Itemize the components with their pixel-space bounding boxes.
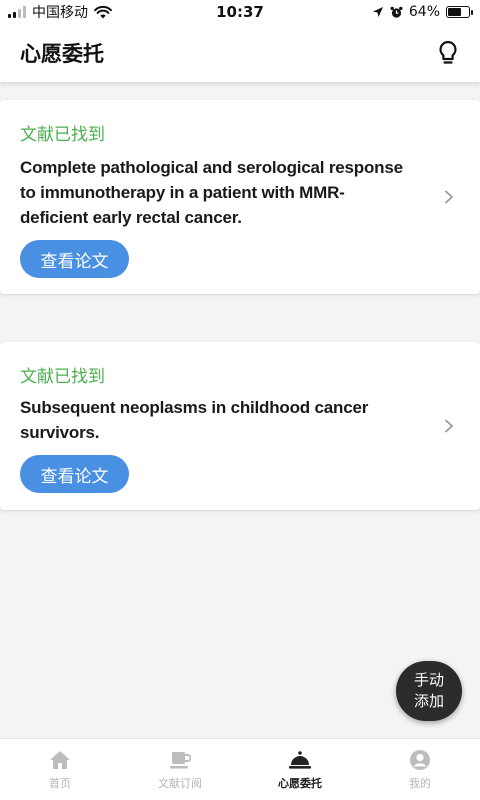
view-paper-button[interactable]: 查看论文 — [20, 455, 129, 493]
cup-icon — [168, 749, 192, 771]
nav-label: 我的 — [409, 776, 431, 790]
alarm-clock-icon — [390, 6, 403, 18]
manual-add-button[interactable]: 手动 添加 — [396, 661, 462, 721]
clock: 10:37 — [216, 3, 264, 21]
app-header: 心愿委托 — [0, 24, 480, 82]
page-title: 心愿委托 — [20, 42, 104, 66]
lightbulb-icon — [439, 40, 457, 64]
battery-percent: 64% — [408, 4, 440, 20]
view-paper-button[interactable]: 查看论文 — [20, 240, 129, 278]
bottom-nav: 首页 文献订阅 心愿委托 我的 — [0, 738, 480, 800]
nav-label: 首页 — [49, 776, 71, 790]
user-icon — [408, 749, 432, 771]
paper-title: Subsequent neoplasms in childhood cancer… — [20, 398, 369, 442]
nav-item-home[interactable]: 首页 — [0, 739, 120, 800]
status-bar: 中国移动 10:37 64% — [0, 0, 480, 24]
location-arrow-icon — [372, 7, 383, 17]
wifi-icon — [94, 5, 112, 18]
fab-label-line1: 手动 — [413, 671, 444, 689]
chevron-right-icon[interactable] — [442, 190, 456, 204]
card-status: 文献已找到 — [20, 367, 105, 387]
home-icon — [48, 749, 72, 771]
fab-label-line2: 添加 — [413, 692, 444, 710]
nav-label: 文献订阅 — [158, 776, 202, 790]
lightbulb-button[interactable] — [434, 37, 462, 69]
request-card[interactable]: 文献已找到 Subsequent neoplasms in childhood … — [0, 342, 480, 510]
card-status: 文献已找到 — [20, 125, 105, 145]
nav-label: 心愿委托 — [278, 776, 322, 790]
status-left: 中国移动 — [8, 2, 112, 22]
battery-level — [448, 8, 461, 16]
carrier-name: 中国移动 — [32, 5, 88, 21]
chevron-right-icon[interactable] — [442, 419, 456, 433]
signal-icon — [8, 6, 26, 18]
nav-item-wish-request[interactable]: 心愿委托 — [240, 739, 360, 800]
status-right: 64% — [372, 4, 473, 20]
nav-item-profile[interactable]: 我的 — [360, 739, 480, 800]
battery-icon — [446, 6, 473, 18]
service-bell-icon — [288, 749, 312, 771]
paper-title: Complete pathological and serological re… — [20, 158, 403, 227]
request-card[interactable]: 文献已找到 Complete pathological and serologi… — [0, 100, 480, 294]
nav-item-subscriptions[interactable]: 文献订阅 — [120, 739, 240, 800]
